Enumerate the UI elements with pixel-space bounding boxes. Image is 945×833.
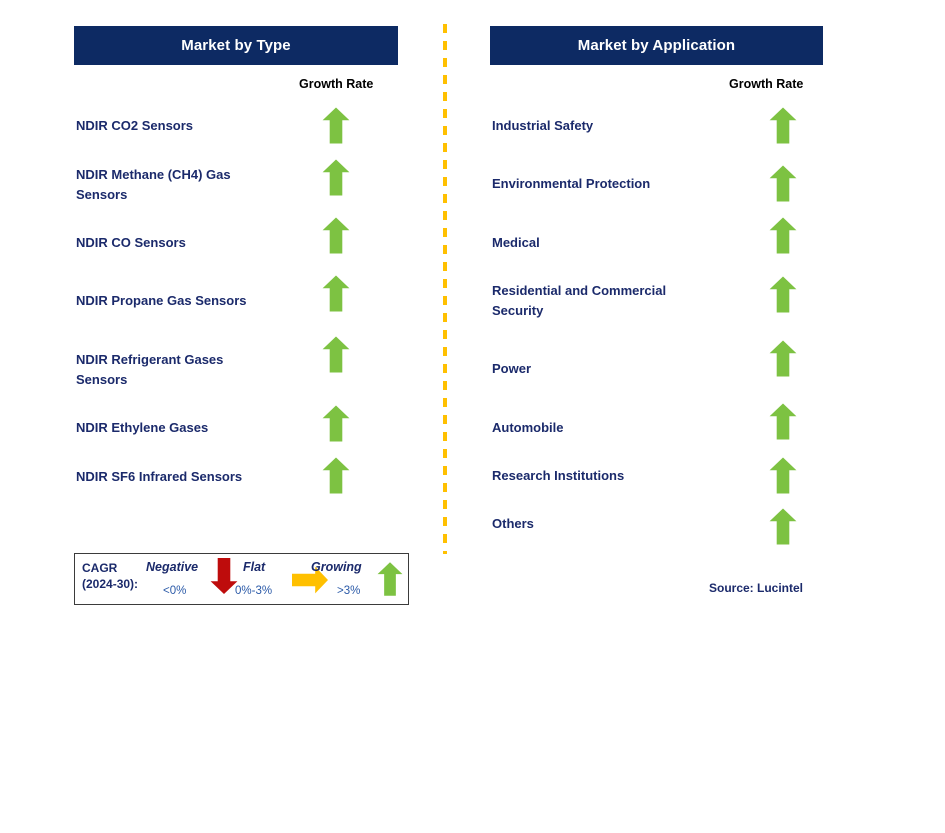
legend-cagr-label: CAGR (2024-30): xyxy=(82,561,139,591)
up-arrow-icon xyxy=(769,457,797,494)
legend-term: Flat xyxy=(243,560,266,574)
growth-rate-column-header-left: Growth Rate xyxy=(299,77,374,91)
section-header-market-by-application: Market by Application xyxy=(490,26,823,65)
down-arrow-icon xyxy=(210,556,238,596)
up-arrow-icon xyxy=(322,336,350,373)
legend-range: >3% xyxy=(337,585,361,597)
section-title-right: Market by Application xyxy=(577,37,736,54)
row-label: Industrial Safety xyxy=(492,118,594,133)
row-label: Power xyxy=(492,361,532,376)
row-label: Research Institutions xyxy=(492,468,625,483)
row-label: NDIR Propane Gas Sensors xyxy=(76,293,247,308)
up-arrow-icon xyxy=(769,276,797,313)
up-arrow-icon xyxy=(322,217,350,254)
row-label: NDIR CO2 Sensors xyxy=(76,118,194,133)
row-label: Environmental Protection xyxy=(492,176,651,191)
up-arrow-icon xyxy=(322,275,350,312)
section-title-left: Market by Type xyxy=(181,37,291,54)
row-label: Residential and Commercial Security xyxy=(492,283,667,318)
source-note: Source: Lucintel xyxy=(709,581,804,595)
row-label: NDIR Refrigerant Gases Sensors xyxy=(76,352,224,387)
up-arrow-icon xyxy=(322,405,350,442)
row-label: Medical xyxy=(492,235,540,250)
up-arrow-icon xyxy=(322,107,350,144)
section-header-market-by-type: Market by Type xyxy=(74,26,398,65)
up-arrow-icon xyxy=(322,159,350,196)
legend-term: Negative xyxy=(146,560,199,574)
up-arrow-icon xyxy=(769,508,797,545)
row-label: Automobile xyxy=(492,420,564,435)
row-label: NDIR Methane (CH4) Gas Sensors xyxy=(76,167,231,202)
row-label: NDIR Ethylene Gases xyxy=(76,420,209,435)
row-label: Others xyxy=(492,516,534,531)
up-arrow-icon xyxy=(377,560,403,598)
up-arrow-icon xyxy=(769,165,797,202)
legend-range: 0%-3% xyxy=(235,585,273,597)
up-arrow-icon xyxy=(769,217,797,254)
up-arrow-icon xyxy=(322,457,350,494)
vertical-dashed-divider xyxy=(443,24,447,554)
row-label: NDIR SF6 Infrared Sensors xyxy=(76,469,243,484)
up-arrow-icon xyxy=(769,107,797,144)
up-arrow-icon xyxy=(769,340,797,377)
up-arrow-icon xyxy=(769,403,797,440)
legend-range: <0% xyxy=(163,585,187,597)
legend-term: Growing xyxy=(311,560,362,574)
growth-rate-column-header-right: Growth Rate xyxy=(729,77,804,91)
row-label: NDIR CO Sensors xyxy=(76,235,186,250)
